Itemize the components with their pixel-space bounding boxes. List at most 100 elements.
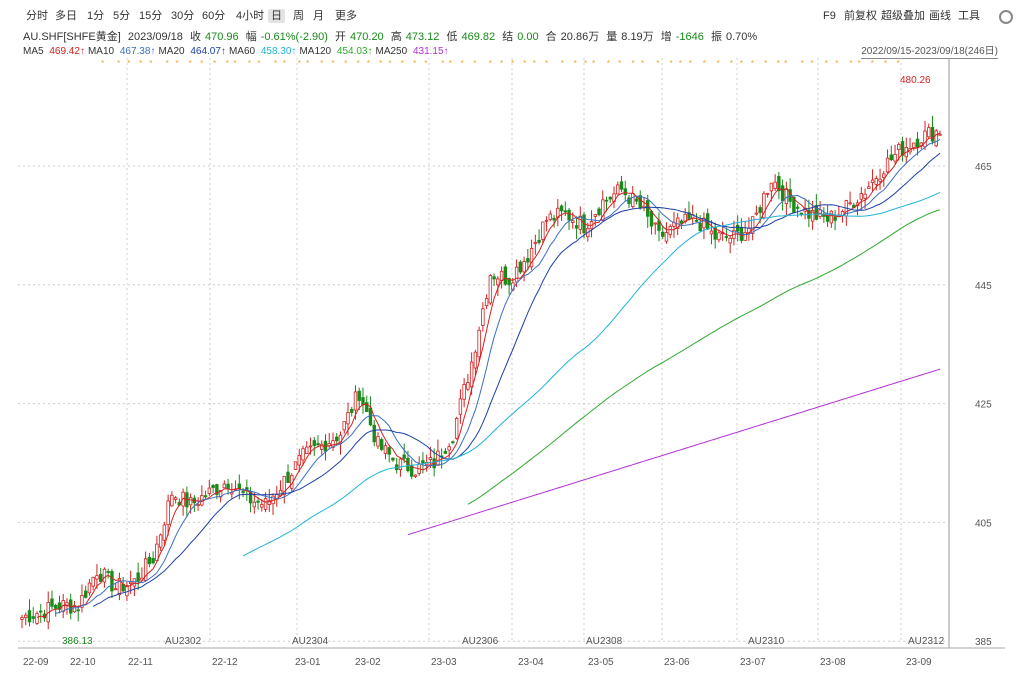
candle-body-55 [222, 483, 227, 489]
candle-body-21 [95, 575, 99, 580]
candle-body-164 [631, 192, 635, 207]
period-1[interactable]: 分时 [23, 9, 51, 23]
period-6[interactable]: 30分 [168, 9, 197, 23]
candle-body-103 [402, 454, 406, 459]
period-12[interactable]: 更多 [332, 9, 360, 23]
marker-50: * [689, 59, 692, 68]
marker-4: * [139, 59, 142, 68]
ma-legend-value-3: 464.07↑ [190, 46, 226, 57]
toolbar-right-1[interactable]: F9 [823, 9, 836, 23]
ma-legend-name-3: MA20 [158, 46, 188, 57]
candle-body-1 [20, 617, 24, 620]
candle-body-165 [634, 198, 639, 202]
quote-bar: AU.SHF[SHFE黄金] 2023/09/18 收 470.96 幅 -0.61… [23, 30, 761, 44]
candle-body-56 [226, 483, 230, 489]
candle-body-114 [443, 450, 448, 454]
period-10[interactable]: 周 [290, 9, 307, 23]
candle-body-41 [170, 494, 174, 507]
candle-body-22 [98, 573, 103, 582]
volume-label: 量 [606, 31, 618, 43]
x-tick-label-6: 23-02 [355, 657, 381, 668]
marker-14: * [257, 59, 260, 68]
candle-body-78 [308, 445, 313, 448]
candle-body-189 [724, 236, 729, 238]
candle-body-97 [380, 439, 384, 450]
candle-body-226 [863, 193, 867, 199]
marker-64: * [857, 59, 860, 68]
period-9[interactable]: 日 [268, 9, 285, 23]
period-5[interactable]: 15分 [136, 9, 165, 23]
period-toolbar: 分时 多日 1分 5分 15分 30分 60分 4小时日周月更多 F9 前复权 超级叠加 画线 工具 [0, 0, 1025, 26]
candle-body-24 [106, 571, 110, 573]
marker-17: * [298, 59, 301, 68]
candle-body-155 [597, 208, 601, 216]
settle-value: 0.00 [517, 31, 539, 43]
toolbar-right-2[interactable]: 前复权 [844, 9, 877, 23]
amplitude-label: 振 [710, 31, 722, 43]
candle-body-197 [754, 212, 759, 215]
candle-body-135 [522, 261, 526, 273]
candle-body-102 [398, 458, 403, 470]
candle-body-10 [54, 604, 58, 609]
x-tick-label-7: 23-03 [431, 657, 457, 668]
candle-body-74 [293, 461, 298, 470]
candle-body-91 [357, 390, 361, 401]
high-label: 高 [390, 31, 402, 43]
ma-legend-value-5: 454.03↑ [336, 46, 373, 57]
candle-body-138 [533, 241, 538, 244]
period-2[interactable]: 多日 [52, 9, 80, 23]
high-value: 473.12 [405, 31, 440, 43]
candle-body-217 [829, 210, 834, 224]
candle-body-119 [462, 384, 466, 400]
candle-body-79 [312, 440, 316, 446]
candle-body-129 [499, 270, 504, 282]
candle-body-90 [353, 391, 358, 411]
period-11[interactable]: 月 [310, 9, 327, 23]
toolbar-right-5[interactable]: 工具 [958, 9, 980, 23]
contract-label-3: AU2306 [462, 636, 499, 647]
candle-body-150 [578, 215, 582, 230]
candle-body-149 [574, 225, 579, 229]
x-tick-label-1: 22-09 [23, 657, 49, 668]
candle-body-222 [848, 202, 852, 205]
x-tick-label-13: 23-09 [906, 657, 932, 668]
period-7[interactable]: 60分 [199, 9, 228, 23]
period-4[interactable]: 5分 [110, 9, 133, 23]
period-8[interactable]: 4小时 [233, 9, 267, 23]
x-tick-label-4: 22-12 [212, 657, 238, 668]
candle-body-112 [436, 450, 440, 466]
candle-body-192 [735, 224, 740, 232]
candle-body-4 [31, 616, 35, 619]
candle-body-59 [237, 483, 242, 489]
toolbar-right-3[interactable]: 超级叠加 [881, 9, 925, 23]
marker-30: * [449, 59, 452, 68]
marker-29: * [441, 59, 444, 68]
marker-6: * [166, 59, 169, 68]
candle-body-201 [769, 182, 774, 192]
candle-body-130 [503, 266, 508, 285]
candle-body-147 [567, 209, 571, 221]
candle-body-125 [484, 298, 489, 307]
candle-body-95 [372, 424, 376, 443]
marker-40: * [574, 59, 577, 68]
marker-26: * [401, 59, 404, 68]
candle-body-60 [241, 491, 245, 493]
oi-change-label: 增 [660, 31, 672, 43]
candle-body-117 [454, 417, 459, 439]
candle-body-51 [207, 487, 212, 494]
change-value: -0.61%(-2.90) [260, 31, 328, 43]
candle-body-66 [263, 498, 268, 510]
high-annotation: 480.26 [900, 75, 931, 86]
toolbar-right-4[interactable]: 画线 [929, 9, 951, 23]
x-tick-label-11: 23-07 [740, 657, 766, 668]
period-3[interactable]: 1分 [84, 9, 107, 23]
marker-2: * [117, 59, 120, 68]
gear-icon[interactable] [999, 10, 1013, 24]
candle-body-181 [694, 219, 699, 222]
candle-body-96 [376, 436, 380, 447]
marker-13: * [248, 59, 251, 68]
marker-49: * [679, 59, 682, 68]
candle-body-141 [544, 219, 549, 222]
marker-41: * [584, 59, 587, 68]
candlestick-chart[interactable]: 385 405 425 445 465 22-09 22-10 22-11 22-12 23-01… [0, 58, 1025, 689]
